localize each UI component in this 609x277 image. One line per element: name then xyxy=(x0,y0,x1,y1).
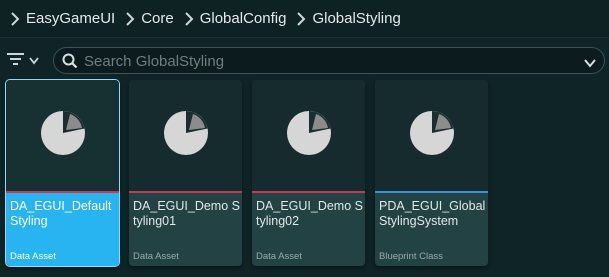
breadcrumb-item-core[interactable]: Core xyxy=(139,10,180,27)
pie-chart-icon xyxy=(408,109,456,162)
breadcrumb-item-easygameui[interactable]: EasyGameUI xyxy=(24,10,121,27)
asset-type: Data Asset xyxy=(133,251,179,262)
pie-chart-icon xyxy=(162,109,210,162)
breadcrumb-item-globalconfig[interactable]: GlobalConfig xyxy=(198,10,293,27)
asset-tile-da-egui-demo-styling02[interactable]: DA_EGUI_Demo Styling02 Data Asset xyxy=(252,80,365,266)
asset-thumbnail xyxy=(129,80,242,191)
asset-name: DA_EGUI_Default Styling xyxy=(10,199,112,228)
chevron-right-icon[interactable] xyxy=(292,0,310,38)
breadcrumb-item-globalstyling[interactable]: GlobalStyling xyxy=(310,10,406,27)
chevron-right-icon[interactable] xyxy=(6,0,24,38)
asset-thumbnail xyxy=(375,80,488,191)
search-options-chevron-icon[interactable] xyxy=(584,55,596,73)
asset-info: DA_EGUI_Default Styling Data Asset xyxy=(6,193,119,266)
filter-button[interactable] xyxy=(6,51,46,71)
search-icon xyxy=(62,53,78,74)
search-input[interactable] xyxy=(84,50,564,72)
chevron-right-icon[interactable] xyxy=(180,0,198,38)
asset-info: DA_EGUI_Demo Styling01 Data Asset xyxy=(129,193,242,266)
pie-chart-icon xyxy=(39,109,87,162)
chevron-down-icon xyxy=(29,52,39,70)
filter-icon xyxy=(6,51,26,72)
chevron-right-icon[interactable] xyxy=(121,0,139,38)
pie-chart-icon xyxy=(285,109,333,162)
asset-name: DA_EGUI_Demo Styling02 xyxy=(256,199,363,228)
asset-thumbnail xyxy=(252,80,365,191)
asset-type: Data Asset xyxy=(10,251,56,262)
asset-info: DA_EGUI_Demo Styling02 Data Asset xyxy=(252,193,365,266)
asset-info: PDA_EGUI_Global StylingSystem Blueprint … xyxy=(375,193,488,266)
asset-thumbnail xyxy=(6,80,119,191)
search-box[interactable] xyxy=(53,47,605,74)
asset-tile-da-egui-demo-styling01[interactable]: DA_EGUI_Demo Styling01 Data Asset xyxy=(129,80,242,266)
asset-tile-pda-egui-globalstylingsystem[interactable]: PDA_EGUI_Global StylingSystem Blueprint … xyxy=(375,80,488,266)
asset-name: PDA_EGUI_Global StylingSystem xyxy=(379,199,486,228)
asset-type: Data Asset xyxy=(256,251,302,262)
asset-tile-da-egui-default-styling[interactable]: DA_EGUI_Default Styling Data Asset xyxy=(5,79,120,267)
asset-name: DA_EGUI_Demo Styling01 xyxy=(133,199,240,228)
breadcrumb: EasyGameUI Core GlobalConfig GlobalStyli… xyxy=(0,0,609,38)
asset-type: Blueprint Class xyxy=(379,251,443,262)
asset-grid: DA_EGUI_Default Styling Data Asset DA_EG… xyxy=(0,79,609,277)
